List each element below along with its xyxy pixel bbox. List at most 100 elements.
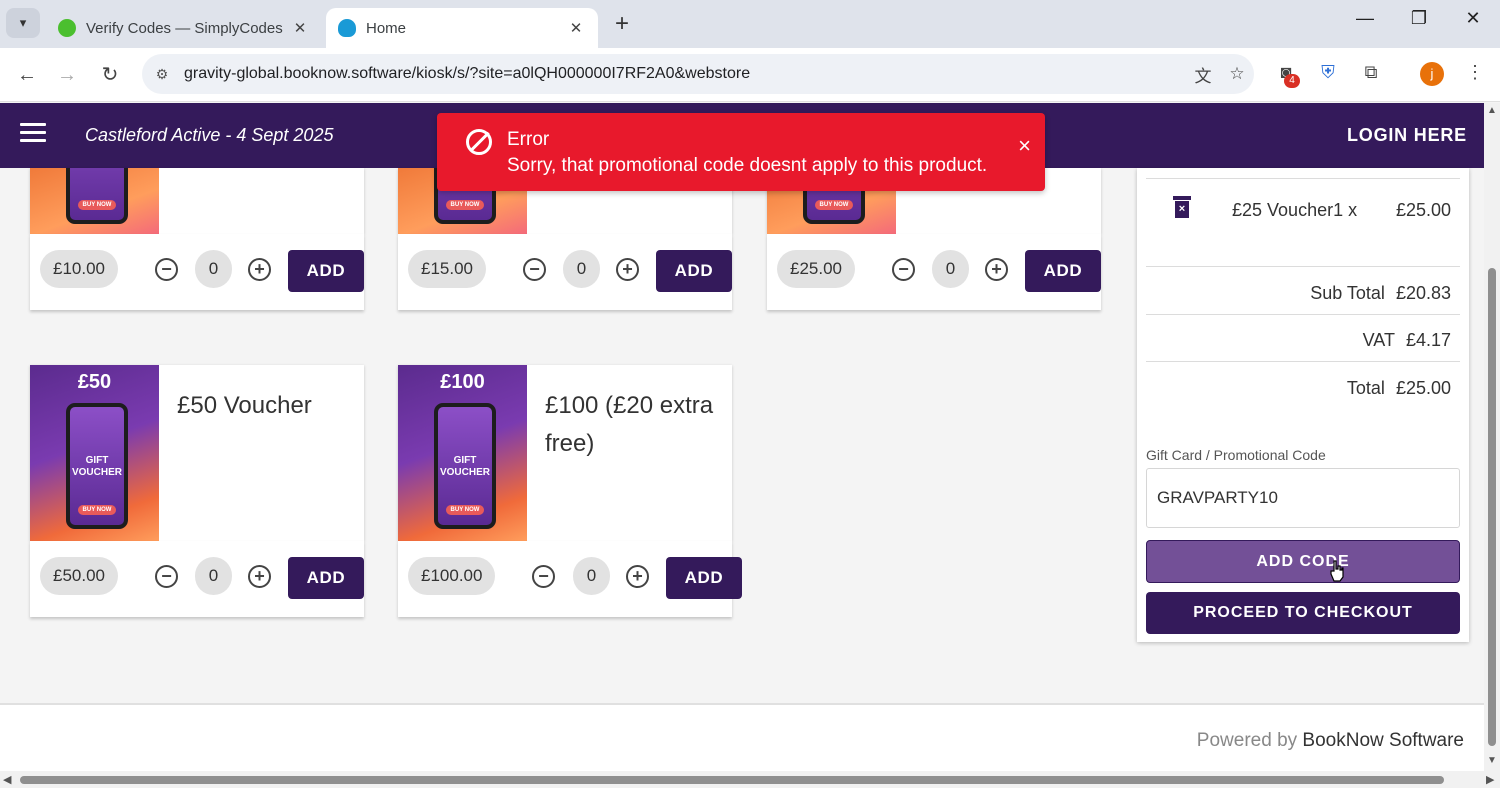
quantity-field[interactable]: 0 [932, 250, 969, 288]
voucher-thumbnail: £100 GIFT VOUCHER BUY NOW [398, 365, 527, 541]
decrement-icon[interactable]: − [892, 258, 915, 281]
extensions-puzzle-icon[interactable]: ⧉ [1357, 62, 1385, 83]
horizontal-scrollbar[interactable]: ◀ ▶ [0, 771, 1500, 788]
forward-arrow-icon[interactable]: → [52, 60, 82, 90]
browser-tabstrip: ▾ Verify Codes — SimplyCodes ✕ Home ✕ + … [0, 0, 1500, 48]
translate-icon[interactable]: 文 [1186, 62, 1220, 87]
add-button[interactable]: ADD [1025, 250, 1101, 292]
add-button[interactable]: ADD [288, 557, 364, 599]
reload-icon[interactable]: ↻ [95, 60, 125, 90]
simplycodes-favicon-icon [58, 19, 76, 37]
price-chip: £100.00 [408, 557, 496, 595]
close-tab-icon[interactable]: ✕ [566, 19, 586, 37]
tab-search-button[interactable]: ▾ [6, 8, 40, 38]
extension-badge: 4 [1284, 74, 1300, 88]
close-tab-icon[interactable]: ✕ [290, 19, 310, 37]
new-tab-plus-icon[interactable]: + [608, 10, 636, 38]
divider [1146, 361, 1460, 362]
phone-graphic: GIFT VOUCHER BUY NOW [66, 403, 128, 529]
vertical-scroll-thumb[interactable] [1488, 268, 1496, 746]
buy-now-graphic: BUY NOW [815, 200, 853, 210]
quantity-field[interactable]: 0 [573, 557, 610, 595]
subtotal-value: £20.83 [1395, 283, 1451, 303]
price-chip: £10.00 [40, 250, 118, 288]
url-text[interactable]: gravity-global.booknow.software/kiosk/s/… [184, 65, 1186, 83]
powered-by-prefix: Powered by [1196, 730, 1298, 751]
tab-title: Verify Codes — SimplyCodes [86, 19, 283, 37]
salesforce-cloud-favicon-icon [338, 19, 356, 37]
total-value: £25.00 [1395, 378, 1451, 398]
page-footer: Powered by BookNow Software [0, 703, 1484, 771]
error-prohibited-icon [466, 129, 492, 155]
proceed-to-checkout-button[interactable]: PROCEED TO CHECKOUT [1146, 592, 1460, 634]
close-toast-icon[interactable]: × [1018, 133, 1031, 159]
scroll-right-arrow-icon[interactable]: ▶ [1486, 773, 1494, 786]
add-button[interactable]: ADD [666, 557, 742, 599]
decrement-icon[interactable]: − [532, 565, 555, 588]
decrement-icon[interactable]: − [155, 258, 178, 281]
vat-value: £4.17 [1405, 330, 1451, 350]
decrement-icon[interactable]: − [523, 258, 546, 281]
address-bar[interactable]: ⚙ gravity-global.booknow.software/kiosk/… [142, 54, 1254, 94]
tab-verify-codes[interactable]: Verify Codes — SimplyCodes ✕ [46, 8, 322, 48]
login-button[interactable]: LOGIN HERE [1347, 125, 1467, 146]
hand-cursor-icon [1330, 560, 1344, 582]
hamburger-icon[interactable] [20, 123, 46, 147]
shield-extension-icon[interactable]: ⛨ [1314, 62, 1342, 83]
decrement-icon[interactable]: − [155, 565, 178, 588]
tab-home[interactable]: Home ✕ [326, 8, 598, 48]
increment-icon[interactable]: + [985, 258, 1008, 281]
chevron-down-icon: ▾ [19, 15, 27, 30]
product-name: £100 (£20 extra free) [545, 392, 714, 457]
buy-now-graphic: BUY NOW [446, 505, 484, 515]
total-label: Total [1346, 378, 1385, 398]
add-button[interactable]: ADD [288, 250, 364, 292]
add-button[interactable]: ADD [656, 250, 732, 292]
minimize-icon[interactable]: — [1350, 8, 1380, 29]
increment-icon[interactable]: + [616, 258, 639, 281]
phone-graphic: GIFT VOUCHER BUY NOW [434, 403, 496, 529]
vat-label: VAT [1362, 330, 1395, 350]
increment-icon[interactable]: + [626, 565, 649, 588]
divider [1146, 266, 1460, 267]
event-title: Castleford Active - 4 Sept 2025 [85, 125, 334, 145]
profile-avatar[interactable]: j [1420, 62, 1444, 86]
vat-row: VAT £4.17 [1363, 330, 1451, 351]
cart-item-price: £25.00 [1395, 200, 1451, 220]
quantity-field[interactable]: 0 [195, 557, 232, 595]
close-window-icon[interactable]: ✕ [1458, 8, 1488, 29]
scroll-left-arrow-icon[interactable]: ◀ [3, 773, 11, 786]
back-arrow-icon[interactable]: ← [12, 60, 42, 90]
quantity-field[interactable]: 0 [563, 250, 600, 288]
divider [1146, 178, 1460, 179]
subtotal-label: Sub Total [1310, 283, 1385, 303]
increment-icon[interactable]: + [248, 565, 271, 588]
product-card: BUY NOW [30, 168, 364, 234]
remove-item-trash-icon[interactable]: × [1173, 196, 1191, 218]
thumbnail-price: £50 [77, 371, 112, 393]
tab-title: Home [366, 19, 407, 37]
product-card-100-voucher: £100 GIFT VOUCHER BUY NOW £100 (£20 extr… [398, 365, 732, 541]
voucher-thumbnail: £50 GIFT VOUCHER BUY NOW [30, 365, 159, 541]
site-settings-icon[interactable]: ⚙ [152, 66, 172, 83]
divider [1146, 314, 1460, 315]
booknow-link[interactable]: BookNow Software [1302, 730, 1464, 751]
horizontal-scroll-thumb[interactable] [20, 776, 1444, 784]
browser-toolbar: ← → ↻ ⚙ gravity-global.booknow.software/… [0, 48, 1500, 102]
product-name: £50 Voucher [177, 392, 312, 419]
bookmark-star-icon[interactable]: ☆ [1220, 64, 1254, 84]
restore-window-icon[interactable]: ❐ [1404, 8, 1434, 29]
scroll-down-arrow-icon[interactable]: ▼ [1487, 755, 1497, 766]
increment-icon[interactable]: + [248, 258, 271, 281]
vertical-scrollbar[interactable]: ▲ ▼ [1484, 103, 1500, 771]
buy-now-graphic: BUY NOW [78, 200, 116, 210]
more-menu-icon[interactable]: ⋮ [1461, 62, 1489, 83]
quantity-field[interactable]: 0 [195, 250, 232, 288]
promo-code-input[interactable] [1146, 468, 1460, 528]
error-title: Error [507, 129, 550, 150]
add-code-button[interactable]: ADD CODE [1146, 540, 1460, 583]
scroll-up-arrow-icon[interactable]: ▲ [1487, 105, 1497, 116]
price-chip: £15.00 [408, 250, 486, 288]
thumbnail-price: £100 [440, 371, 485, 393]
price-chip: £25.00 [777, 250, 855, 288]
